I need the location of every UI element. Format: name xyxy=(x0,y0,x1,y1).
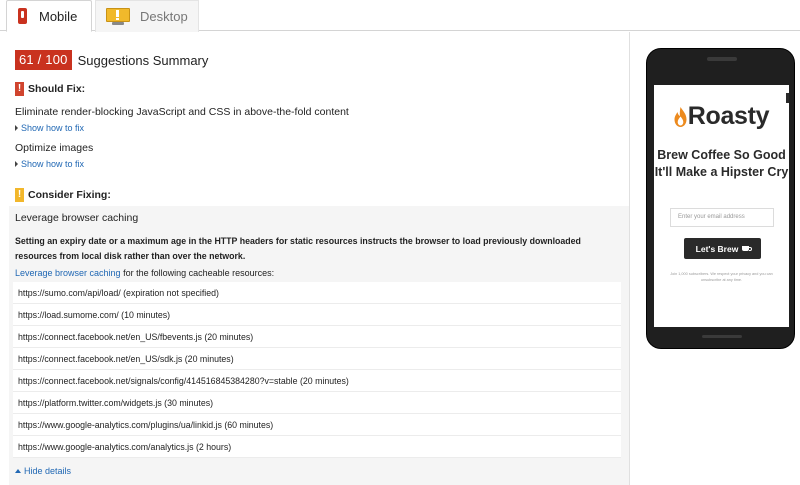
list-item: https://connect.facebook.net/signals/con… xyxy=(13,370,621,392)
rule-render-blocking: Eliminate render-blocking JavaScript and… xyxy=(15,106,349,118)
resources-intro-text: for the following cacheable resources: xyxy=(120,268,275,278)
mobile-preview-device: Roasty Brew Coffee So Good It'll Make a … xyxy=(646,48,795,349)
should-fix-heading: ! Should Fix: xyxy=(15,82,85,96)
email-field[interactable]: Enter your email address xyxy=(670,208,774,227)
flame-icon xyxy=(674,106,687,127)
list-item: https://load.sumome.com/ (10 minutes) xyxy=(13,304,621,326)
mobile-phone-icon xyxy=(18,8,27,24)
phone-speaker xyxy=(707,57,737,61)
consider-fixing-label: Consider Fixing: xyxy=(28,189,111,201)
tab-mobile[interactable]: Mobile xyxy=(6,0,92,32)
list-item: https://sumo.com/api/load/ (expiration n… xyxy=(13,282,621,304)
consider-fixing-heading: ! Consider Fixing: xyxy=(15,188,111,202)
error-icon: ! xyxy=(15,82,24,96)
desktop-warning-icon xyxy=(106,8,130,25)
hide-details-link[interactable]: Hide details xyxy=(15,466,71,476)
should-fix-label: Should Fix: xyxy=(28,83,86,95)
collapse-triangle-icon xyxy=(15,469,21,473)
show-how-to-fix-label: Show how to fix xyxy=(21,159,85,169)
tab-desktop[interactable]: Desktop xyxy=(95,0,199,32)
show-how-to-fix-link[interactable]: Show how to fix xyxy=(15,123,84,133)
show-how-to-fix-label: Show how to fix xyxy=(21,123,85,133)
expand-triangle-icon xyxy=(15,161,18,167)
summary-title: Suggestions Summary xyxy=(77,52,209,68)
score-badge: 61 / 100 xyxy=(15,50,72,70)
leverage-caching-link[interactable]: Leverage browser caching xyxy=(15,268,121,278)
coffee-cup-icon xyxy=(742,246,753,251)
lets-brew-label: Let's Brew xyxy=(695,243,739,254)
mobile-preview-screen: Roasty Brew Coffee So Good It'll Make a … xyxy=(654,85,789,327)
privacy-note: Join 1,000 subscribers. We respect your … xyxy=(670,272,773,282)
show-how-to-fix-link[interactable]: Show how to fix xyxy=(15,159,84,169)
list-item: https://connect.facebook.net/en_US/fbeve… xyxy=(13,326,621,348)
logo-text: Roasty xyxy=(687,102,770,130)
list-item: https://www.google-analytics.com/plugins… xyxy=(13,414,621,436)
expand-triangle-icon xyxy=(15,125,18,131)
list-item: https://connect.facebook.net/en_US/sdk.j… xyxy=(13,348,621,370)
list-item: https://www.google-analytics.com/analyti… xyxy=(13,436,621,458)
rule-explanation: Setting an expiry date or a maximum age … xyxy=(15,236,581,261)
preview-headline: Brew Coffee So Good It'll Make a Hipster… xyxy=(654,148,789,179)
tab-desktop-label: Desktop xyxy=(140,9,188,24)
list-item: https://platform.twitter.com/widgets.js … xyxy=(13,392,621,414)
resources-intro: Leverage browser caching for the followi… xyxy=(15,268,274,278)
site-logo: Roasty xyxy=(654,102,789,131)
lets-brew-button[interactable]: Let's Brew xyxy=(684,238,761,259)
phone-bottom-bar xyxy=(702,335,742,338)
tab-mobile-label: Mobile xyxy=(39,8,78,24)
resource-list: https://sumo.com/api/load/ (expiration n… xyxy=(13,282,621,458)
device-tab-bar: Mobile Desktop xyxy=(0,0,800,32)
hide-details-label: Hide details xyxy=(24,466,72,476)
warning-icon: ! xyxy=(15,188,24,202)
rule-browser-caching: Leverage browser caching xyxy=(15,212,139,224)
panel-divider xyxy=(629,32,630,485)
rule-optimize-images: Optimize images xyxy=(15,142,94,154)
summary-header: 61 / 100 Suggestions Summary xyxy=(15,50,208,70)
